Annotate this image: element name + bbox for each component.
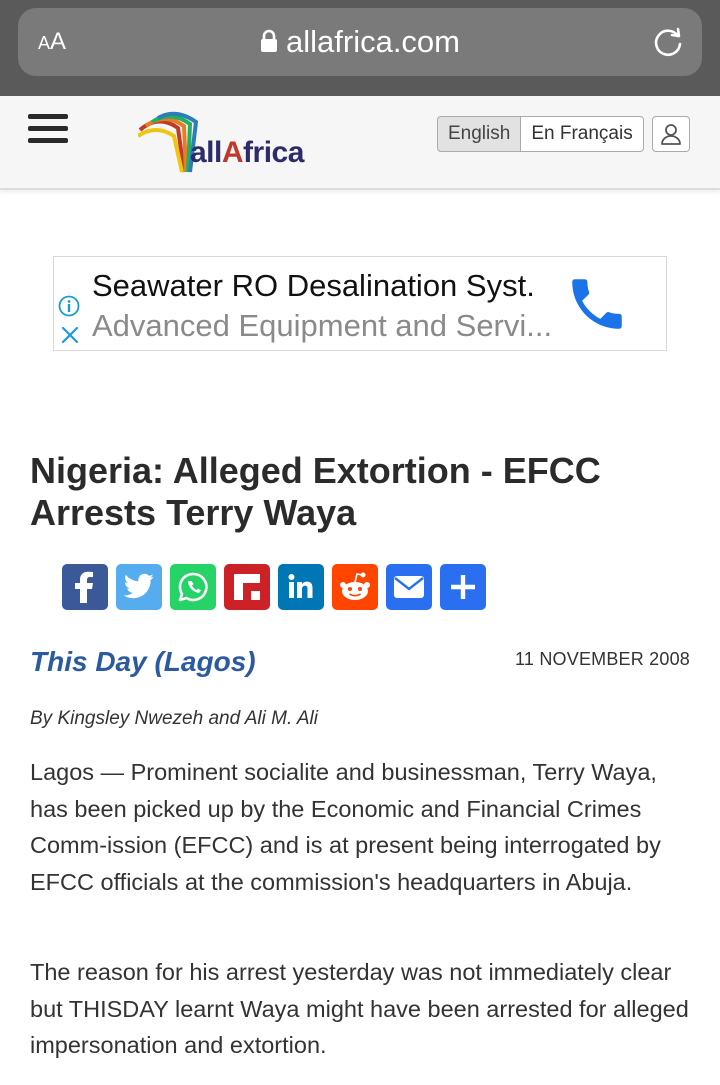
flipboard-icon (234, 574, 260, 600)
whatsapp-icon (178, 572, 208, 602)
url-display[interactable]: allafrica.com (18, 22, 702, 62)
logo-mark-icon (138, 111, 198, 173)
user-account-button[interactable] (652, 116, 690, 152)
article-headline: Nigeria: Alleged Extortion - EFCC Arrest… (30, 450, 601, 533)
advertisement[interactable]: Seawater RO Desalination Syst. Advanced … (53, 256, 667, 351)
article-byline: By Kingsley Nwezeh and Ali M. Ali (30, 708, 318, 729)
ad-subtitle: Advanced Equipment and Servi... (92, 308, 553, 343)
language-french-button[interactable]: En Français (521, 116, 644, 152)
site-header: allAfrica English En Français (0, 96, 720, 190)
article-paragraph: Lagos — Prominent socialite and business… (30, 759, 661, 895)
phone-icon[interactable] (564, 271, 630, 337)
ad-close-icon[interactable] (60, 325, 80, 345)
share-whatsapp-button[interactable] (170, 564, 216, 610)
article-paragraph: The reason for his arrest yesterday was … (30, 959, 689, 1058)
lock-icon (261, 29, 277, 52)
logo-wordmark: allAfrica (190, 136, 304, 169)
allafrica-logo[interactable]: allAfrica (138, 110, 310, 174)
share-more-button[interactable] (440, 564, 486, 610)
language-english-button[interactable]: English (437, 116, 522, 152)
linkedin-icon (288, 574, 313, 598)
share-facebook-button[interactable] (62, 564, 108, 610)
email-icon (394, 576, 424, 598)
facebook-icon (75, 571, 93, 603)
address-bar[interactable]: AA allafrica.com (18, 8, 702, 76)
share-reddit-button[interactable] (332, 564, 378, 610)
language-switcher: English En Français (437, 116, 644, 152)
share-flipboard-button[interactable] (224, 564, 270, 610)
ad-info-icon[interactable] (58, 295, 80, 317)
share-twitter-button[interactable] (116, 564, 162, 610)
article-source-link[interactable]: This Day (Lagos) (30, 646, 256, 678)
share-linkedin-button[interactable] (278, 564, 324, 610)
browser-toolbar: AA allafrica.com (0, 0, 720, 96)
twitter-icon (123, 573, 154, 599)
url-text: allafrica.com (286, 24, 460, 59)
share-email-button[interactable] (386, 564, 432, 610)
ad-title: Seawater RO Desalination Syst. (92, 268, 535, 303)
share-buttons (62, 564, 494, 610)
user-icon (661, 124, 681, 145)
article-date: 11 NOVEMBER 2008 (515, 649, 690, 669)
reload-icon[interactable] (650, 24, 686, 60)
menu-icon[interactable] (28, 114, 68, 146)
reddit-icon (340, 572, 370, 600)
plus-icon (451, 575, 475, 599)
